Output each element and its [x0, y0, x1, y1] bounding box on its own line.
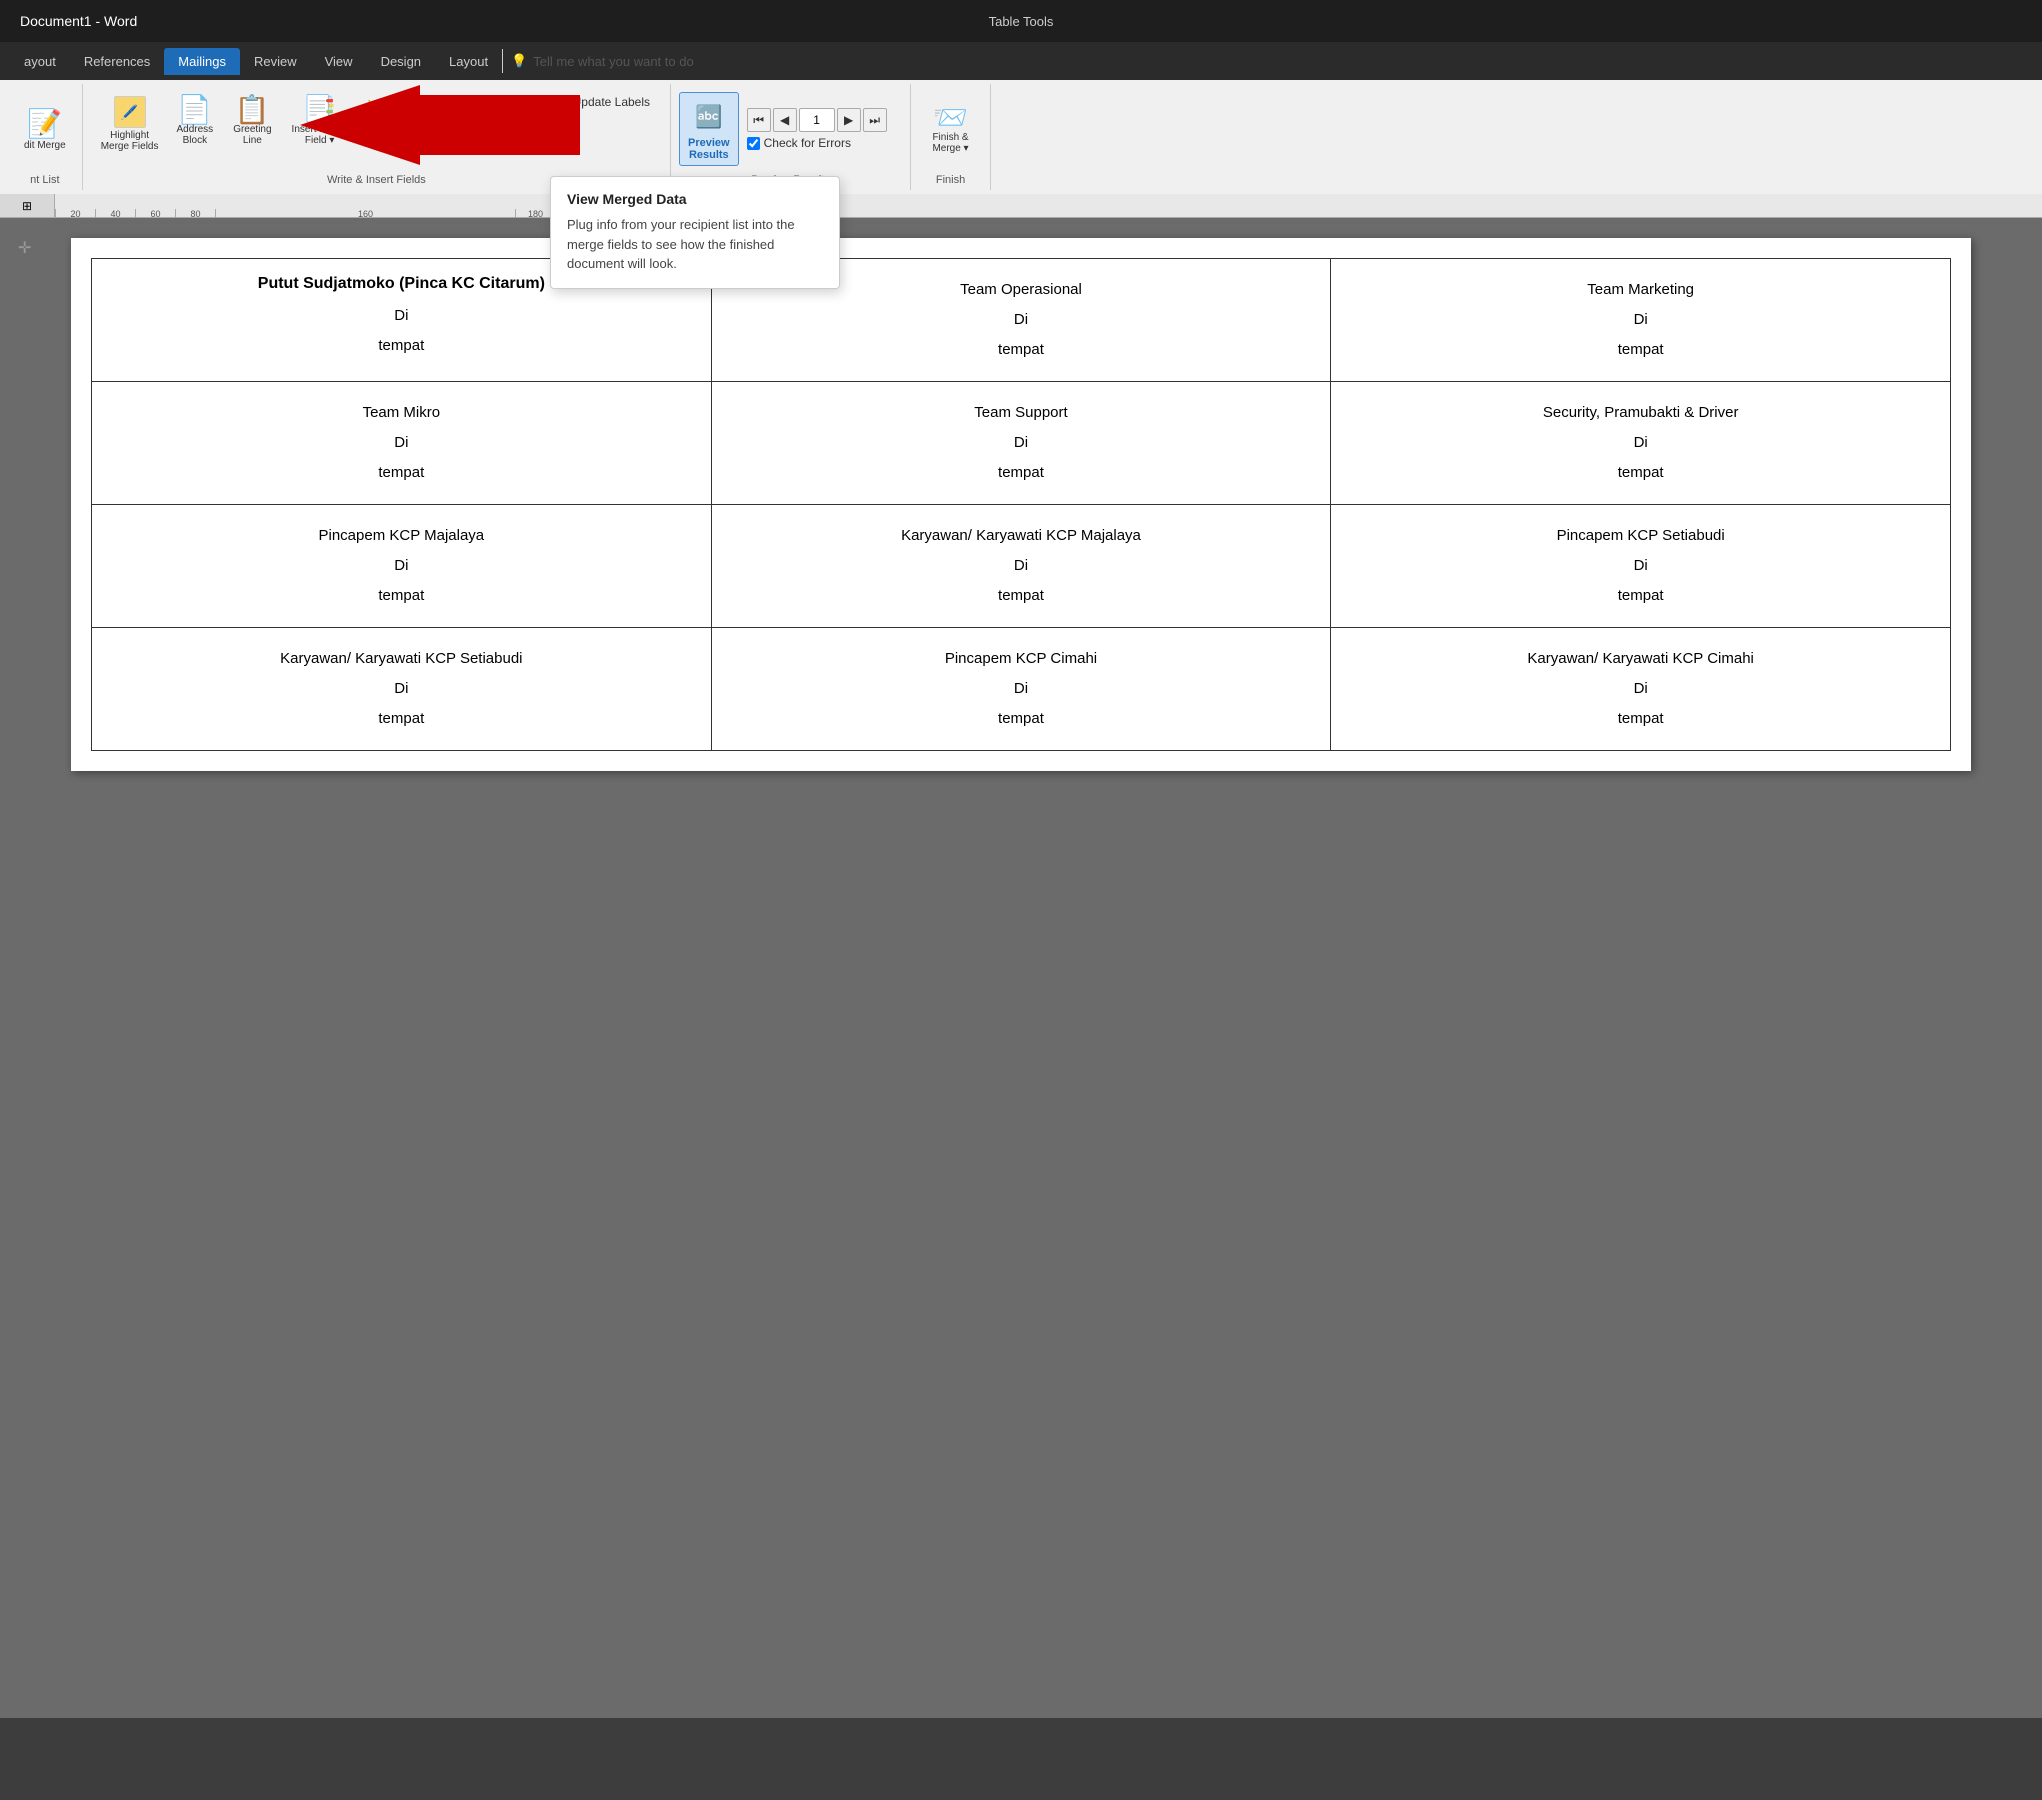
greeting-line-icon: 📋	[235, 96, 270, 124]
table-cell: Pincapem KCP SetiabudiDitempat	[1331, 505, 1951, 628]
ruler-mark-5: 160	[215, 209, 515, 217]
update-labels-icon: 🔄	[554, 95, 569, 109]
insert-merge-field-icon: 📑	[302, 96, 337, 124]
group-finish: 📨 Finish &Merge ▾ Finish	[911, 84, 991, 190]
main-table: Putut Sudjatmoko (Pinca KC Citarum) Dite…	[91, 258, 1951, 751]
group-edit: 📝 dit Merge nt List	[8, 84, 83, 190]
table-row: Karyawan/ Karyawati KCP SetiabudiDitempa…	[92, 628, 1951, 751]
cell-content: Ditempat	[112, 301, 691, 361]
ruler-mark-3: 60	[135, 209, 175, 217]
cell-content: Team OperasionalDitempat	[732, 275, 1311, 365]
preview-results-btn[interactable]: 🔤 PreviewResults	[679, 92, 739, 166]
table-cell: Team MarketingDitempat	[1331, 259, 1951, 382]
tooltip-title: View Merged Data	[567, 191, 823, 207]
tab-view[interactable]: View	[311, 48, 367, 75]
table-row: Pincapem KCP MajalayaDitempat Karyawan/ …	[92, 505, 1951, 628]
address-block-btn[interactable]: 📄 AddressBlock	[169, 92, 222, 150]
tab-layout-left[interactable]: ayout	[10, 48, 70, 75]
ruler-mark-6: 180	[515, 209, 555, 217]
nav-page-input[interactable]	[799, 108, 835, 132]
cell-content: Team MikroDitempat	[112, 398, 691, 488]
ribbon-tabs: ayout References Mailings Review View De…	[0, 42, 2042, 80]
highlight-merge-fields-btn[interactable]: 🖊️ HighlightMerge Fields	[95, 92, 165, 156]
insert-merge-field-btn[interactable]: 📑 Insert MergeField ▾	[284, 92, 356, 150]
preview-results-label: PreviewResults	[688, 137, 730, 161]
table-cell: Pincapem KCP CimahiDitempat	[711, 628, 1331, 751]
table-cell: Security, Pramubakti & DriverDitempat	[1331, 382, 1951, 505]
cell-content: Security, Pramubakti & DriverDitempat	[1351, 398, 1930, 488]
highlight-icon: 🖊️	[114, 96, 146, 128]
document-title: Document1 - Word	[20, 13, 137, 29]
tell-me-text: Tell me what you want to do	[533, 54, 693, 69]
nav-next-btn[interactable]: ▶	[837, 108, 861, 132]
ruler-mark-4: 80	[175, 209, 215, 217]
cell-content: Pincapem KCP SetiabudiDitempat	[1351, 521, 1930, 611]
cell-content: Team MarketingDitempat	[1351, 275, 1930, 365]
address-block-icon: 📄	[177, 96, 212, 124]
finish-merge-btn[interactable]: 📨 Finish &Merge ▾	[924, 88, 976, 170]
table-cell: Karyawan/ Karyawati KCP MajalayaDitempat	[711, 505, 1331, 628]
tooltip-body: Plug info from your recipient list into …	[567, 215, 823, 274]
match-fields-btn[interactable]: 🔗 Match Fields	[439, 92, 542, 112]
finish-merge-icon: 📨	[933, 104, 968, 132]
rules-icon: 📐	[368, 99, 383, 113]
tab-mailings[interactable]: Mailings	[164, 48, 240, 75]
table-tools-label: Table Tools	[989, 14, 1054, 29]
table-row: Putut Sudjatmoko (Pinca KC Citarum) Dite…	[92, 259, 1951, 382]
cell-content: Karyawan/ Karyawati KCP MajalayaDitempat	[732, 521, 1311, 611]
ruler-corner: ⊞	[0, 194, 55, 218]
group-preview-results: 🔤 PreviewResults ⏮ ◀ ▶ ⏭ Check for Error…	[671, 84, 911, 190]
match-fields-icon: 🔗	[447, 95, 462, 109]
edit-icon: 📝	[27, 107, 62, 140]
check-errors-checkbox[interactable]	[747, 137, 760, 150]
lightbulb-icon: 💡	[511, 53, 527, 69]
ruler-inner: 20 40 60 80 160 180 ⊞200	[55, 194, 595, 217]
nav-last-btn[interactable]: ⏭	[863, 108, 887, 132]
rules-btn[interactable]: 📐 Rules ▾	[360, 96, 435, 116]
cell-content: Team SupportDitempat	[732, 398, 1311, 488]
cell-content: Pincapem KCP CimahiDitempat	[732, 644, 1311, 734]
tell-me-bar[interactable]: 💡 Tell me what you want to do	[502, 49, 2032, 73]
greeting-line-btn[interactable]: 📋 GreetingLine	[225, 92, 279, 150]
preview-results-icon: 🔤	[689, 97, 729, 137]
tab-review[interactable]: Review	[240, 48, 311, 75]
table-cell: Team SupportDitempat	[711, 382, 1331, 505]
ruler: ⊞ 20 40 60 80 160 180 ⊞200	[0, 194, 2042, 218]
table-row: Team MikroDitempat Team SupportDitempat …	[92, 382, 1951, 505]
ruler-mark-2: 40	[95, 209, 135, 217]
update-labels-btn[interactable]: 🔄 Update Labels	[546, 92, 658, 112]
tooltip-view-merged-data: View Merged Data Plug info from your rec…	[550, 176, 840, 289]
ruler-mark-1: 20	[55, 209, 95, 217]
doc-move-handle[interactable]: ✛	[18, 238, 31, 258]
group-write-insert: 🖊️ HighlightMerge Fields 📄 AddressBlock …	[83, 84, 671, 190]
edit-merge-btn[interactable]: 📝 dit Merge	[20, 103, 70, 155]
tab-layout-right[interactable]: Layout	[435, 48, 502, 75]
nav-controls: ⏮ ◀ ▶ ⏭	[747, 108, 887, 132]
finish-group-label: Finish	[936, 170, 965, 186]
title-bar: Document1 - Word Table Tools	[0, 0, 2042, 42]
cell-content: Pincapem KCP MajalayaDitempat	[112, 521, 691, 611]
tab-references[interactable]: References	[70, 48, 164, 75]
ruler-corner-icon: ⊞	[22, 199, 32, 213]
table-cell: Pincapem KCP MajalayaDitempat	[92, 505, 712, 628]
nav-first-btn[interactable]: ⏮	[747, 108, 771, 132]
document-area: ✛ Putut Sudjatmoko (Pinca KC Citarum) Di…	[0, 218, 2042, 1718]
doc-page: Putut Sudjatmoko (Pinca KC Citarum) Dite…	[71, 238, 1971, 771]
ribbon-content: 📝 dit Merge nt List 🖊️ HighlightMerge Fi…	[0, 80, 2042, 194]
table-cell: Karyawan/ Karyawati KCP SetiabudiDitempa…	[92, 628, 712, 751]
check-for-errors-btn[interactable]: Check for Errors	[747, 136, 887, 150]
tab-design[interactable]: Design	[367, 48, 435, 75]
edit-group-label: nt List	[30, 170, 59, 186]
write-insert-label: Write & Insert Fields	[327, 170, 426, 186]
table-cell: Karyawan/ Karyawati KCP CimahiDitempat	[1331, 628, 1951, 751]
cell-content: Karyawan/ Karyawati KCP SetiabudiDitempa…	[112, 644, 691, 734]
table-cell: Team MikroDitempat	[92, 382, 712, 505]
cell-content: Karyawan/ Karyawati KCP CimahiDitempat	[1351, 644, 1930, 734]
nav-prev-btn[interactable]: ◀	[773, 108, 797, 132]
